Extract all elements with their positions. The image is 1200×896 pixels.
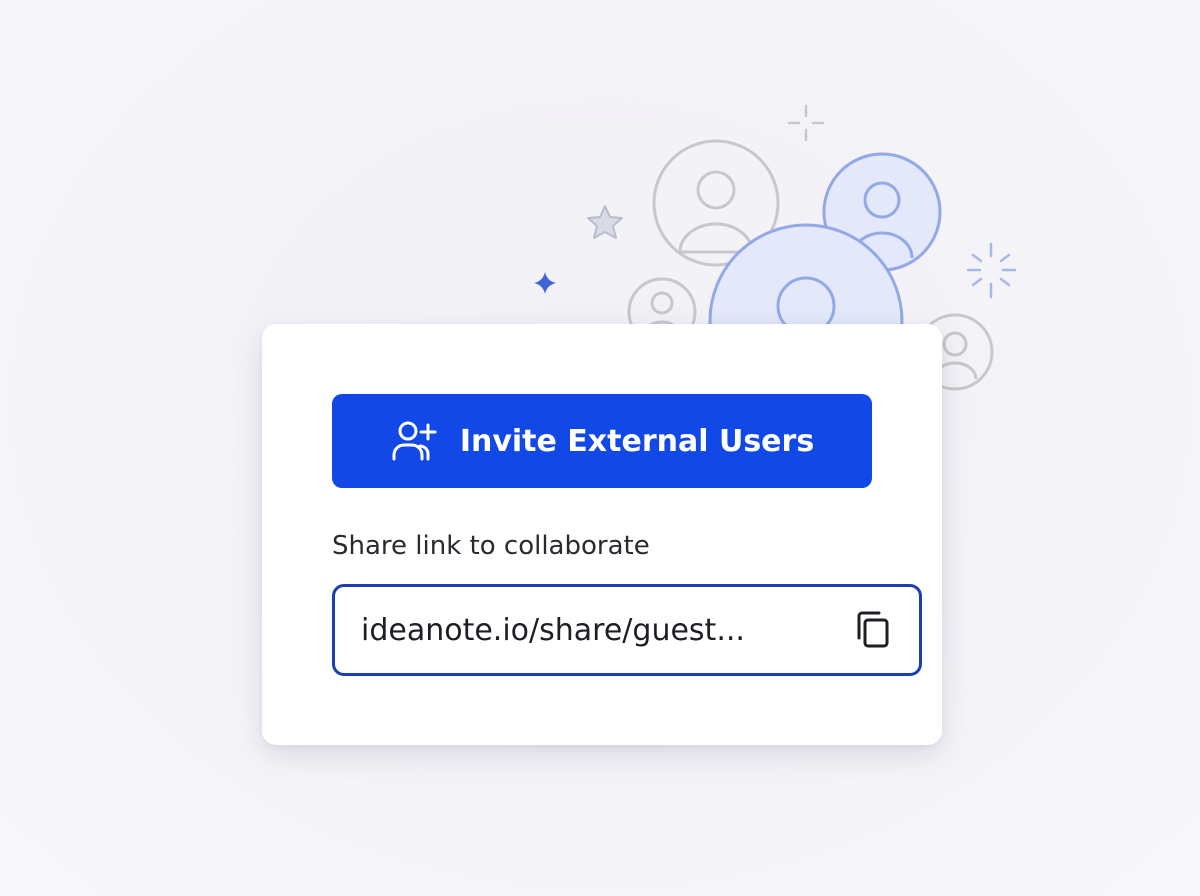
user-plus-icon: [390, 419, 440, 463]
share-link-field[interactable]: ideanote.io/share/guest...: [332, 584, 922, 676]
share-card: Invite External Users Share link to coll…: [262, 324, 942, 745]
stage: Invite External Users Share link to coll…: [0, 0, 1200, 896]
invite-button-label: Invite External Users: [459, 423, 815, 459]
sparkle-small-icon: [534, 272, 556, 294]
share-link-text[interactable]: ideanote.io/share/guest...: [361, 613, 851, 648]
share-link-label: Share link to collaborate: [332, 531, 650, 561]
star-icon: [587, 205, 623, 239]
twinkle-gray-icon: [787, 104, 825, 142]
invite-external-users-button[interactable]: Invite External Users: [332, 394, 872, 488]
burst-blue-icon: [966, 242, 1017, 299]
copy-icon[interactable]: [851, 608, 895, 652]
